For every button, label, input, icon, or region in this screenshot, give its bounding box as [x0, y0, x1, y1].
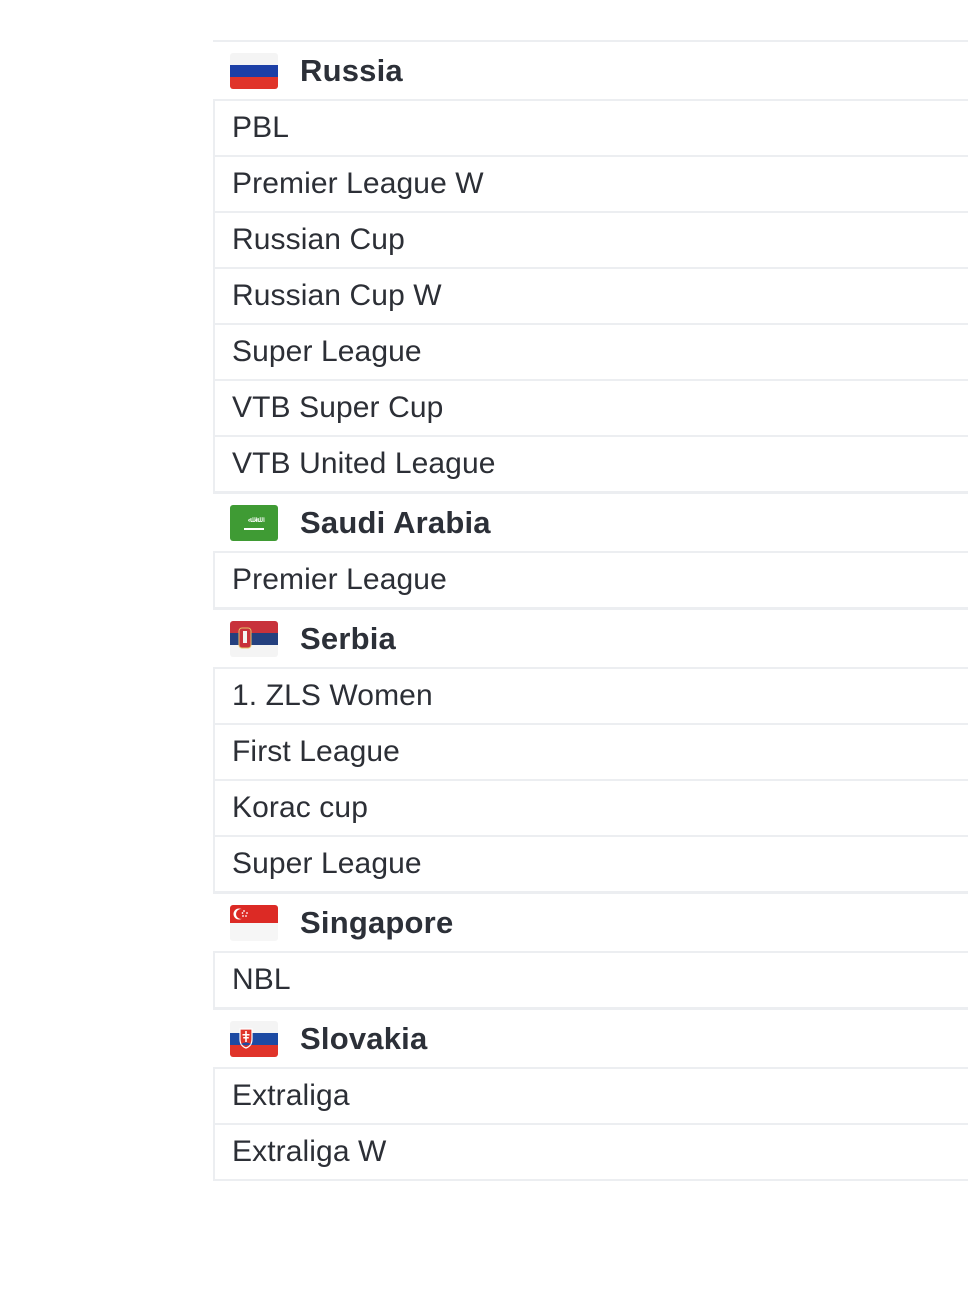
- slovakia-flag-icon: [230, 1020, 278, 1057]
- country-name: Slovakia: [300, 1020, 428, 1056]
- serbia-flag-icon: [230, 620, 278, 657]
- singapore-flag-icon: [230, 904, 278, 941]
- league-item[interactable]: Extraliga W: [213, 1125, 968, 1181]
- league-item[interactable]: Premier League W: [213, 157, 968, 213]
- country-header-serbia: Serbia: [213, 608, 968, 669]
- league-item[interactable]: VTB United League: [213, 437, 968, 493]
- league-name: First League: [232, 735, 400, 768]
- country-name: Serbia: [300, 620, 396, 656]
- league-item[interactable]: 1. ZLS Women: [213, 669, 968, 725]
- league-item[interactable]: First League: [213, 725, 968, 781]
- country-name: Russia: [300, 52, 403, 88]
- league-name: Korac cup: [232, 791, 368, 824]
- league-name: NBL: [232, 963, 291, 996]
- league-name: Premier League: [232, 563, 447, 596]
- league-item[interactable]: Korac cup: [213, 781, 968, 837]
- league-name: Super League: [232, 335, 422, 368]
- league-name: PBL: [232, 111, 290, 144]
- league-name: Russian Cup W: [232, 279, 442, 312]
- saudi-arabia-flag-icon: ﷲ ﷲ: [230, 504, 278, 541]
- competition-list: Russia PBL Premier League W Russian Cup Russ…: [213, 40, 968, 1181]
- country-header-singapore: Singapore: [213, 892, 968, 953]
- country-name: Saudi Arabia: [300, 504, 491, 540]
- country-header-saudi-arabia: ﷲ ﷲ Saudi Arabia: [213, 492, 968, 553]
- country-name: Singapore: [300, 904, 454, 940]
- league-name: VTB Super Cup: [232, 391, 444, 424]
- league-name: Extraliga: [232, 1079, 350, 1112]
- league-item[interactable]: Russian Cup W: [213, 269, 968, 325]
- league-item[interactable]: Extraliga: [213, 1069, 968, 1125]
- league-name: Super League: [232, 847, 422, 880]
- league-item[interactable]: NBL: [213, 953, 968, 1009]
- league-item[interactable]: VTB Super Cup: [213, 381, 968, 437]
- league-item[interactable]: Super League: [213, 325, 968, 381]
- league-item[interactable]: Russian Cup: [213, 213, 968, 269]
- league-name: 1. ZLS Women: [232, 679, 433, 712]
- league-name: Extraliga W: [232, 1135, 387, 1168]
- russia-flag-icon: [230, 52, 278, 89]
- league-name: Premier League W: [232, 167, 484, 200]
- league-name: VTB United League: [232, 447, 496, 480]
- league-name: Russian Cup: [232, 223, 405, 256]
- country-header-russia: Russia: [213, 40, 968, 101]
- country-header-slovakia: Slovakia: [213, 1008, 968, 1069]
- league-item[interactable]: Premier League: [213, 553, 968, 609]
- league-item[interactable]: PBL: [213, 101, 968, 157]
- league-item[interactable]: Super League: [213, 837, 968, 893]
